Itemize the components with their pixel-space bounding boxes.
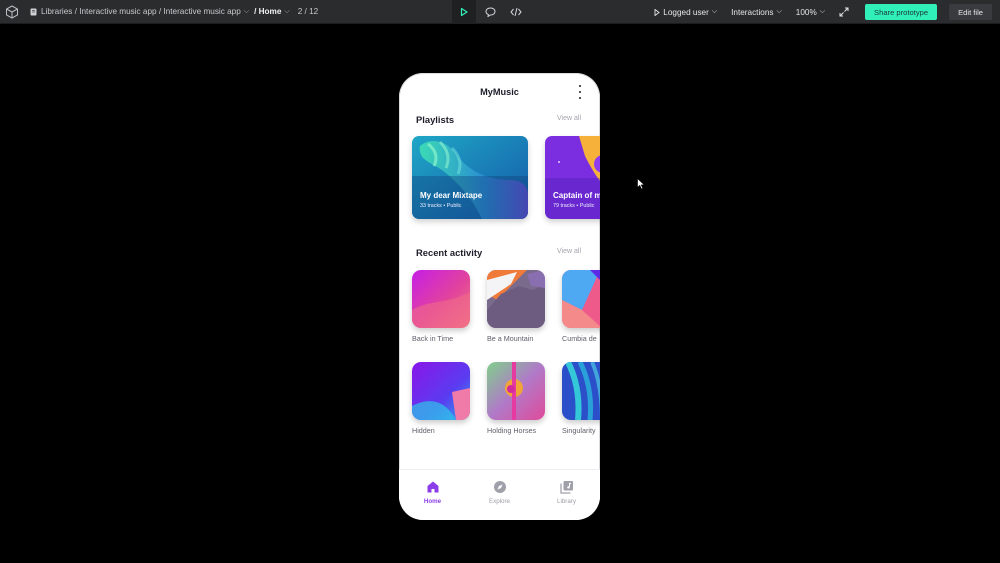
mouse-cursor-icon [637,178,645,190]
user-mode-select[interactable]: Logged user ⌵ [654,8,717,17]
chevron-down-icon: ⌵ [776,8,782,15]
play-icon [460,7,468,17]
view-mode-group [452,0,530,24]
album-cover-image [562,362,600,420]
album-cover-image [412,270,470,328]
track-title: Hidden [412,426,435,435]
current-page[interactable]: / Home [254,7,281,16]
compass-icon [493,481,506,493]
track-title: Back in Time [412,334,454,343]
zoom-select[interactable]: 100% ⌵ [796,8,825,17]
recent-item[interactable]: Cumbia de [562,270,600,343]
recent-view-all-link[interactable]: View all [557,248,581,255]
tab-home[interactable]: Home [399,470,466,520]
recent-item[interactable]: Hidden [412,362,472,435]
recent-item[interactable]: Back in Time [412,270,472,343]
file-icon [30,8,37,15]
phone-frame: MyMusic Playlists View all My dear Mixta… [399,73,600,520]
chevron-down-icon: ⌵ [819,8,826,15]
tab-explore[interactable]: Explore [466,470,533,520]
track-title: Be a Mountain [487,334,534,343]
page-counter: 2 / 12 [297,7,319,16]
playlists-view-all-link[interactable]: View all [557,115,581,122]
playlist-meta: 33 tracks • Public [420,203,462,209]
album-cover-image [487,270,545,328]
recent-activity-heading: Recent activity [416,247,483,258]
chevron-down-icon: ⌵ [711,8,718,15]
zoom-level: 100% [795,7,817,17]
breadcrumb[interactable]: Libraries / Interactive music app / Inte… [30,7,318,16]
app-title: MyMusic [480,87,519,97]
app-logo-icon[interactable] [0,0,24,24]
code-icon [510,7,522,17]
tab-library[interactable]: Library [533,470,600,520]
interactions-label: Interactions [731,7,774,17]
tab-label: Explore [489,498,510,505]
playlist-card[interactable]: Captain of m 79 tracks • Public [545,136,600,219]
chevron-down-icon[interactable]: ⌵ [284,8,289,16]
share-prototype-button[interactable]: Share prototype [865,4,938,20]
album-cover-image [562,270,600,328]
track-title: Holding Horses [487,426,537,435]
playlist-title: Captain of m [553,191,600,200]
play-mode-button[interactable] [452,0,476,24]
prototype-toolbar: Libraries / Interactive music app / Inte… [0,0,1000,24]
track-title: Singularity [562,426,596,435]
tab-label: Home [423,498,442,505]
playlists-heading: Playlists [416,114,455,125]
interactions-select[interactable]: Interactions ⌵ [731,8,782,17]
recent-item[interactable]: Singularity [562,362,600,435]
toolbar-right: Logged user ⌵ Interactions ⌵ 100% ⌵ Shar… [654,0,1000,24]
album-cover-image [412,362,470,420]
track-title: Cumbia de [562,334,597,343]
chevron-down-icon[interactable]: ⌵ [244,8,249,16]
comment-mode-button[interactable] [478,0,502,24]
home-icon [427,481,438,493]
tab-label: Library [557,498,576,505]
album-cover-image [487,362,545,420]
expand-icon [839,7,849,17]
fullscreen-button[interactable] [835,3,853,21]
code-mode-button[interactable] [504,0,528,24]
play-small-icon [654,8,661,16]
recent-item[interactable]: Holding Horses [487,362,547,435]
bottom-tab-bar: Home Explore Library [399,469,600,520]
playlist-title: My dear Mixtape [420,191,483,200]
more-options-icon[interactable] [576,85,584,99]
playlist-meta: 79 tracks • Public [553,203,595,209]
user-mode-label: Logged user [663,7,709,17]
breadcrumb-path[interactable]: Libraries / Interactive music app / Inte… [41,7,241,16]
playlist-card[interactable]: My dear Mixtape 33 tracks • Public [412,136,528,219]
comment-icon [484,7,496,17]
library-icon [559,481,573,494]
recent-item[interactable]: Be a Mountain [487,270,547,343]
edit-file-button[interactable]: Edit file [949,4,992,20]
